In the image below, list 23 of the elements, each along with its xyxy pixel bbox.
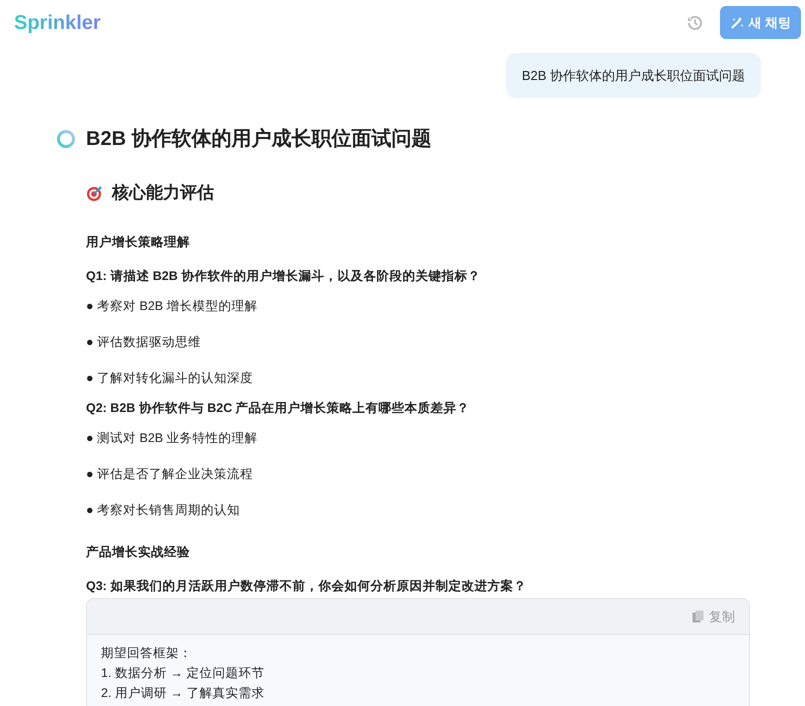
answer-title: B2B 协作软体的用户成长职位面试问题 bbox=[86, 127, 432, 151]
bullet-item: ● 评估数据驱动思维 bbox=[86, 334, 202, 351]
subheading: 产品增长实战经验 bbox=[86, 544, 191, 561]
subheading: 用户增长策略理解 bbox=[86, 234, 191, 251]
question-text: Q1: 请描述 B2B 协作软件的用户增长漏斗，以及各阶段的关键指标？ bbox=[86, 268, 482, 285]
code-line: 1. 数据分析 → 定位问题环节 bbox=[101, 665, 266, 682]
bullet-item: ● 考察对长销售周期的认知 bbox=[86, 502, 242, 519]
bullet-item: ● 考察对 B2B 增长模型的理解 bbox=[86, 298, 259, 315]
magic-wand-icon bbox=[730, 16, 744, 30]
bullet-item: ● 评估是否了解企业决策流程 bbox=[86, 466, 254, 483]
question-text: Q3: 如果我们的月活跃用户数停滞不前，你会如何分析原因并制定改进方案？ bbox=[86, 578, 528, 595]
question-text: Q2: B2B 协作软件与 B2C 产品在用户增长策略上有哪些本质差异？ bbox=[86, 400, 471, 417]
copy-icon bbox=[692, 610, 705, 624]
code-line: 期望回答框架： bbox=[101, 645, 193, 662]
code-line: 2. 用户调研 → 了解真实需求 bbox=[101, 685, 266, 702]
copy-button[interactable]: 复制 bbox=[692, 606, 735, 626]
target-icon bbox=[86, 184, 104, 202]
spinner-icon bbox=[56, 129, 76, 149]
user-message: B2B 协作软体的用户成长职位面试问题 bbox=[506, 53, 761, 98]
bullet-item: ● 了解对转化漏斗的认知深度 bbox=[86, 370, 254, 387]
new-chat-button[interactable]: 새 채팅 bbox=[720, 6, 801, 40]
bullet-item: ● 测试对 B2B 业务特性的理解 bbox=[86, 430, 259, 447]
section-heading: 核心能力评估 bbox=[112, 182, 214, 204]
